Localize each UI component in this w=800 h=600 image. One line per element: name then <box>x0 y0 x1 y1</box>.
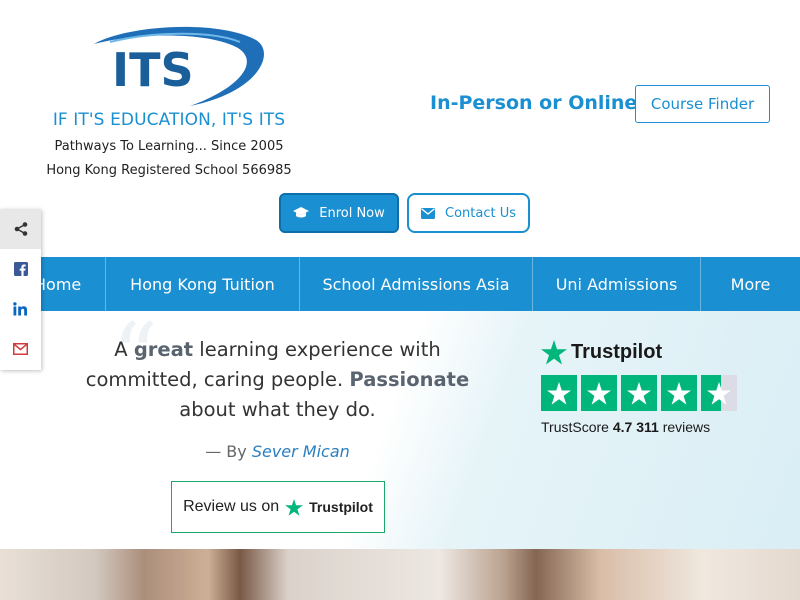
review-button-label: Review us on <box>183 498 280 515</box>
site-logo[interactable]: ITS <box>40 22 300 108</box>
linkedin-share-button[interactable] <box>0 289 41 329</box>
email-icon <box>13 343 28 355</box>
testimonial-author: Sever Mican <box>251 442 350 461</box>
trustpilot-brand: Trustpilot <box>571 341 663 363</box>
quote-text-part: A <box>114 338 134 361</box>
share-icon <box>14 222 27 236</box>
trustpilot-stars <box>541 375 737 411</box>
contact-us-button[interactable]: Contact Us <box>407 193 530 233</box>
nav-item-more[interactable]: More <box>701 257 800 311</box>
its-logo-icon: ITS <box>94 26 264 107</box>
review-button-brand: Trustpilot <box>309 499 373 515</box>
contact-us-label: Contact Us <box>445 205 516 221</box>
quote-highlight: Passionate <box>349 368 470 391</box>
star-icon <box>621 375 657 411</box>
main-nav: Home Hong Kong Tuition School Admissions… <box>0 257 800 311</box>
envelope-icon <box>421 207 435 219</box>
testimonial-quote: A great learning experience with committ… <box>60 335 495 425</box>
testimonial-byline: — By Sever Mican <box>60 442 495 461</box>
course-finder-button[interactable]: Course Finder <box>635 85 770 123</box>
email-share-button[interactable] <box>0 329 41 369</box>
quote-highlight: great <box>133 338 194 361</box>
trustscore-value: 4.7 <box>612 419 633 435</box>
reviews-label: reviews <box>662 419 711 435</box>
enrol-now-button[interactable]: Enrol Now <box>279 193 399 233</box>
linkedin-icon <box>13 302 27 316</box>
share-sidebar <box>0 209 41 370</box>
star-icon <box>661 375 697 411</box>
share-button[interactable] <box>0 209 41 249</box>
hero-photo-overlay <box>0 549 800 600</box>
trustscore: TrustScore 4.7 311 reviews <box>541 419 710 435</box>
header-headline: In-Person or Online <box>430 92 638 114</box>
graduation-cap-icon <box>293 207 310 218</box>
trustpilot-star-icon <box>541 340 567 365</box>
brand-tagline: IF IT'S EDUCATION, IT'S ITS <box>52 110 286 130</box>
nav-item-school-admissions-asia[interactable]: School Admissions Asia <box>300 257 533 311</box>
byline-prefix: — By <box>205 442 252 461</box>
trustpilot-star-icon <box>285 498 303 516</box>
quote-text-part: about what they do. <box>179 398 376 421</box>
facebook-icon <box>13 262 28 276</box>
review-on-trustpilot-button[interactable]: Review us on Trustpilot <box>171 481 385 533</box>
star-icon <box>581 375 617 411</box>
brand-subtitle: Pathways To Learning... Since 2005 <box>54 139 284 154</box>
trustscore-label: TrustScore <box>541 419 609 435</box>
nav-item-uni-admissions[interactable]: Uni Admissions <box>533 257 701 311</box>
enrol-now-label: Enrol Now <box>319 205 385 221</box>
nav-item-hong-kong-tuition[interactable]: Hong Kong Tuition <box>106 257 300 311</box>
trustpilot-logo[interactable]: Trustpilot <box>541 340 662 365</box>
brand-registration: Hong Kong Registered School 566985 <box>46 163 292 178</box>
half-star-icon <box>701 375 737 411</box>
svg-text:ITS: ITS <box>112 43 194 97</box>
facebook-share-button[interactable] <box>0 249 41 289</box>
reviews-count: 311 <box>636 419 659 435</box>
star-icon <box>541 375 577 411</box>
